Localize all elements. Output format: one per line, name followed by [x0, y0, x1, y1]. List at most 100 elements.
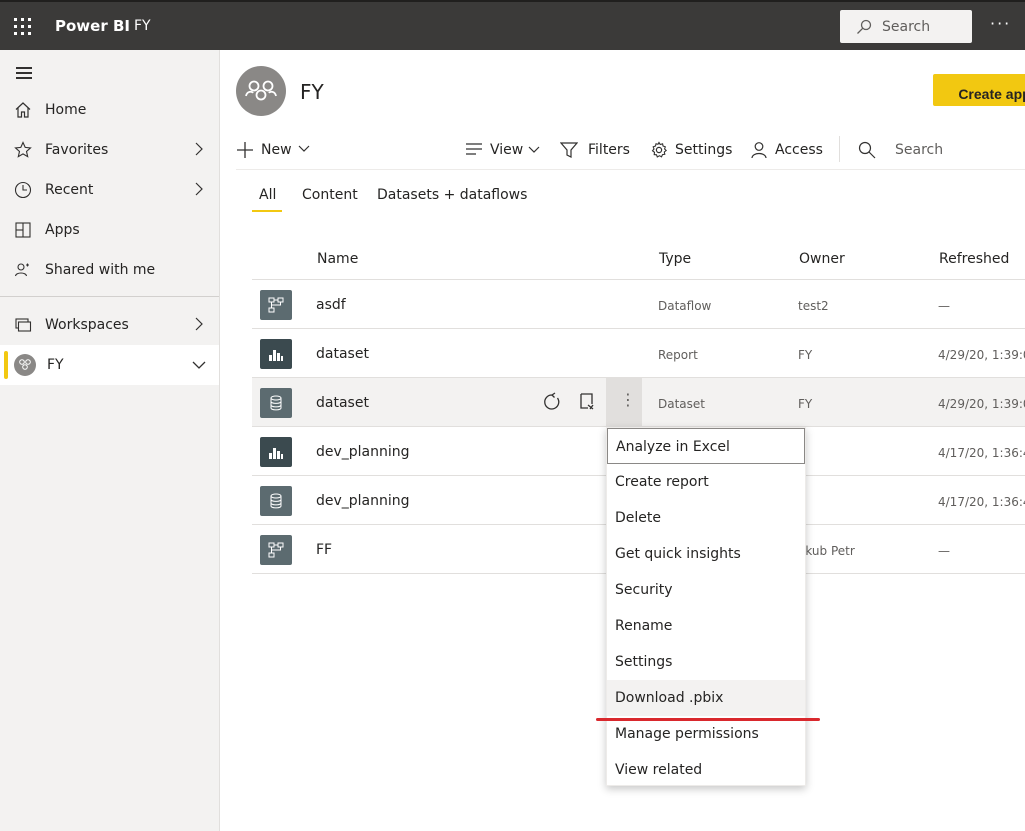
create-app-button[interactable]: Create app [933, 74, 1025, 106]
sidebar-item-recent[interactable]: Recent [0, 170, 219, 210]
group-icon [19, 359, 31, 370]
app-launcher-icon[interactable] [14, 18, 32, 36]
sidebar-item-label: Recent [45, 182, 94, 198]
refresh-icon[interactable] [542, 392, 562, 412]
settings-button[interactable]: Settings [650, 138, 733, 162]
menu-item-label: Get quick insights [615, 546, 741, 562]
tab-content[interactable]: Content [302, 187, 358, 203]
sidebar-item-favorites[interactable]: Favorites [0, 130, 219, 170]
new-button[interactable]: New [236, 138, 316, 162]
chevron-down-icon [298, 145, 310, 152]
menu-item-label: Download .pbix [615, 690, 724, 706]
item-owner: akub Petr [798, 544, 855, 558]
schedule-refresh-icon[interactable] [578, 392, 598, 412]
chevron-right-icon[interactable] [192, 142, 206, 156]
column-header-type[interactable]: Type [659, 251, 691, 267]
item-owner: test2 [798, 299, 829, 313]
chevron-right-icon[interactable] [192, 317, 206, 331]
item-refreshed: 4/29/20, 1:39:06 [938, 348, 1025, 362]
sidebar-item-label: Shared with me [45, 262, 156, 278]
item-name[interactable]: dev_planning [316, 493, 410, 509]
more-options-button[interactable]: ⋮ [606, 378, 642, 427]
menu-item-label: Settings [615, 654, 673, 670]
more-options-icon[interactable]: ··· [990, 14, 1011, 33]
item-name[interactable]: dev_planning [316, 444, 410, 460]
sidebar-divider [0, 296, 219, 297]
item-type: Report [658, 348, 698, 362]
item-refreshed: 4/17/20, 1:36:42 [938, 446, 1025, 460]
item-name[interactable]: FF [316, 542, 332, 558]
menu-item-create-report[interactable]: Create report [607, 464, 805, 500]
item-name[interactable]: dataset [316, 395, 369, 411]
tab-datasets-dataflows[interactable]: Datasets + dataflows [377, 187, 527, 203]
item-type: Dataset [658, 397, 705, 411]
menu-item-delete[interactable]: Delete [607, 500, 805, 536]
more-options-icon: ⋮ [620, 390, 636, 409]
dataflow-icon [260, 290, 292, 320]
dataset-icon [260, 486, 292, 516]
menu-item-download-pbix[interactable]: Download .pbix [607, 680, 805, 716]
item-refreshed: 4/29/20, 1:39:06 [938, 397, 1025, 411]
access-label: Access [775, 142, 823, 158]
sidebar-item-label: Favorites [45, 142, 109, 158]
table-row[interactable]: asdf Dataflow test2 — [252, 280, 1025, 329]
menu-item-quick-insights[interactable]: Get quick insights [607, 536, 805, 572]
item-refreshed: 4/17/20, 1:36:42 [938, 495, 1025, 509]
filters-label: Filters [588, 142, 630, 158]
access-button[interactable]: Access [750, 138, 825, 162]
chevron-down-icon[interactable] [192, 358, 206, 372]
menu-item-manage-permissions[interactable]: Manage permissions [607, 716, 805, 752]
plus-icon [237, 142, 253, 158]
menu-item-view-related[interactable]: View related [607, 752, 805, 788]
column-header-owner[interactable]: Owner [799, 251, 845, 267]
active-tab-indicator [252, 210, 282, 212]
new-label: New [261, 142, 292, 158]
clock-icon [14, 181, 32, 199]
table-row-selected[interactable]: dataset ⋮ Dataset FY 4/29/20, 1:39:06 [252, 378, 1025, 427]
workspaces-icon [15, 318, 32, 332]
table-row[interactable]: dataset Report FY 4/29/20, 1:39:06 [252, 329, 1025, 378]
workspace-breadcrumb[interactable]: FY [134, 18, 151, 34]
item-name[interactable]: asdf [316, 297, 346, 313]
sidebar-item-apps[interactable]: Apps [0, 210, 219, 250]
menu-item-label: Create report [615, 474, 709, 490]
menu-item-label: View related [615, 762, 703, 778]
sidebar-item-shared[interactable]: Shared with me [0, 250, 219, 290]
column-header-refreshed[interactable]: Refreshed [939, 251, 1009, 267]
sidebar-item-label: Apps [45, 222, 80, 238]
person-icon [751, 142, 767, 159]
item-name[interactable]: dataset [316, 346, 369, 362]
menu-item-rename[interactable]: Rename [607, 608, 805, 644]
sidebar-item-home[interactable]: Home [0, 90, 219, 130]
column-header-name[interactable]: Name [317, 251, 358, 267]
item-refreshed: — [938, 544, 950, 558]
settings-label: Settings [675, 142, 733, 158]
sidebar: Home Favorites Recent Apps Shared with m… [0, 50, 220, 831]
view-lines-icon [466, 143, 482, 155]
gear-icon [651, 141, 668, 158]
sidebar-item-current-workspace[interactable]: FY [0, 345, 219, 385]
search-box[interactable]: Search [840, 10, 972, 43]
menu-item-label: Delete [615, 510, 661, 526]
menu-item-analyze-in-excel[interactable]: Analyze in Excel [607, 428, 805, 464]
brand-name[interactable]: Power BI [55, 17, 130, 35]
search-icon [858, 141, 876, 159]
menu-item-security[interactable]: Security [607, 572, 805, 608]
annotation-underline [596, 718, 820, 721]
filter-icon [560, 142, 578, 158]
sidebar-item-workspaces[interactable]: Workspaces [0, 305, 219, 345]
filters-button[interactable]: Filters [560, 138, 630, 162]
apps-icon [15, 222, 31, 238]
dataset-icon [260, 388, 292, 418]
menu-item-settings[interactable]: Settings [607, 644, 805, 680]
current-workspace-label: FY [47, 357, 64, 373]
item-owner: FY [798, 397, 813, 411]
view-button[interactable]: View [466, 138, 546, 162]
tab-all[interactable]: All [259, 187, 276, 203]
item-type: Dataflow [658, 299, 712, 313]
chevron-right-icon[interactable] [192, 182, 206, 196]
hamburger-icon[interactable] [16, 67, 32, 79]
view-label: View [490, 142, 524, 158]
report-icon [260, 339, 292, 369]
content-search[interactable]: Search [858, 138, 978, 162]
